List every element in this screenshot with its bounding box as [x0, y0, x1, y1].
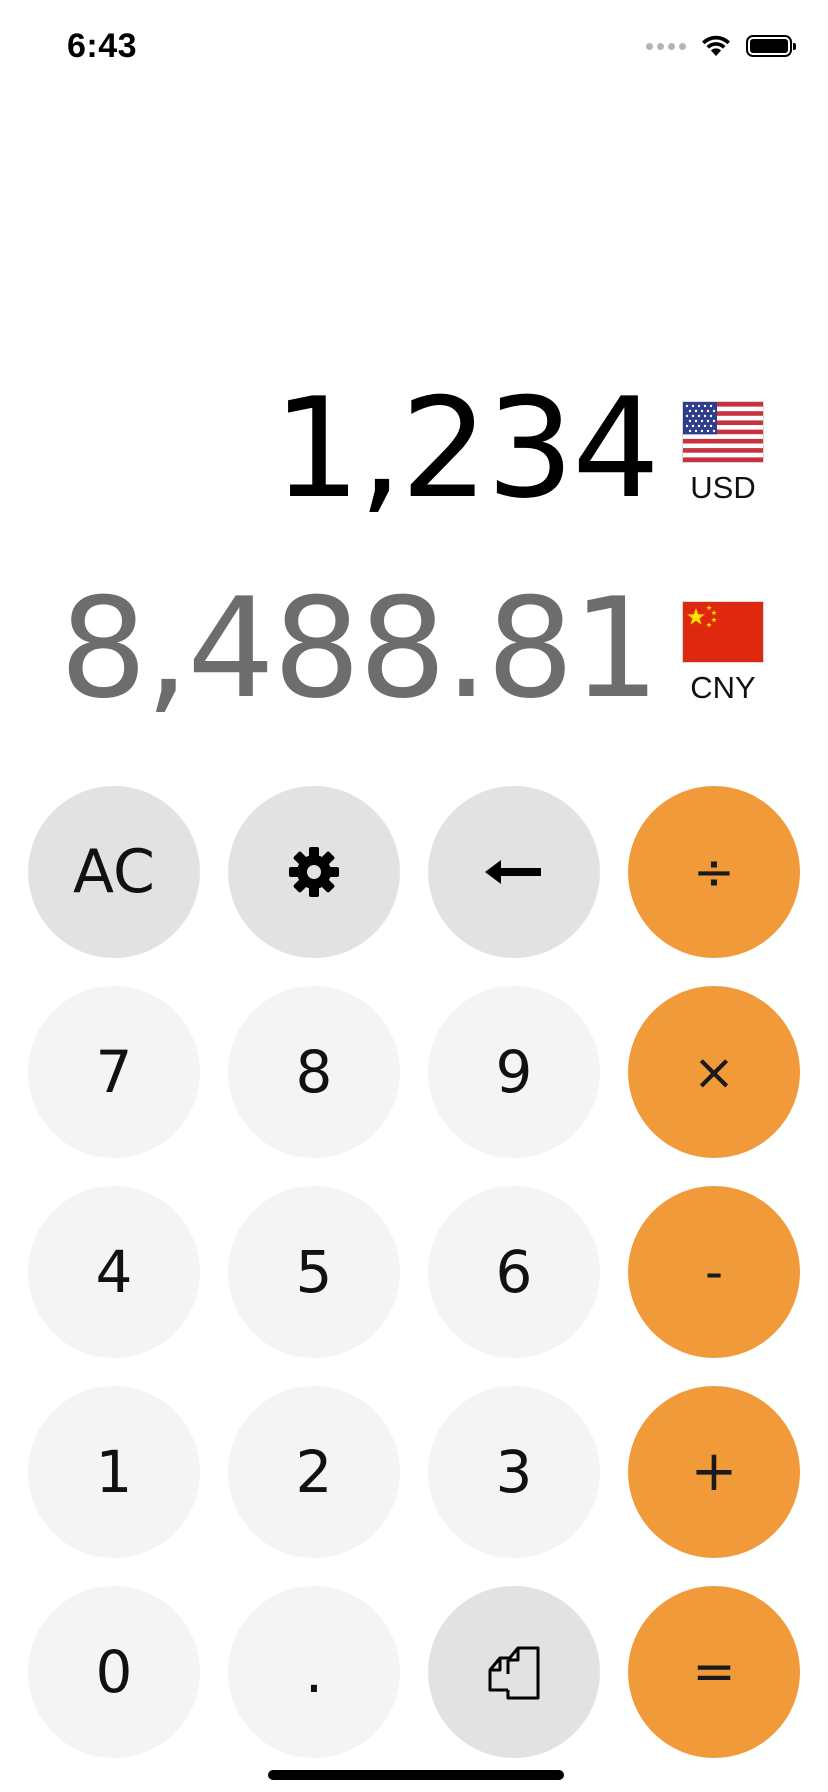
divide-label: ÷ — [693, 843, 735, 901]
digit-0-label: 0 — [95, 1638, 133, 1706]
digit-5-button[interactable]: 5 — [228, 1186, 400, 1358]
multiply-label: × — [693, 1043, 735, 1101]
equals-button[interactable]: = — [628, 1586, 800, 1758]
digit-8-label: 8 — [295, 1038, 333, 1106]
swap-copy-icon — [488, 1646, 540, 1700]
digit-7-label: 7 — [95, 1038, 133, 1106]
divide-button[interactable]: ÷ — [628, 786, 800, 958]
digit-4-button[interactable]: 4 — [28, 1186, 200, 1358]
subtract-button[interactable]: - — [628, 1186, 800, 1358]
digit-5-label: 5 — [295, 1238, 333, 1306]
calculator-screen: 6:43 1,234 USD 8,488.81 CNY AC ÷ 7 8 9 ×… — [0, 0, 828, 1792]
digit-2-label: 2 — [295, 1438, 333, 1506]
signal-icon — [646, 42, 686, 50]
swap-currencies-button[interactable] — [428, 1586, 600, 1758]
source-currency-code: USD — [690, 470, 756, 505]
us-flag-icon — [683, 402, 763, 462]
target-currency-selector[interactable]: CNY — [683, 602, 763, 706]
clear-label: AC — [73, 837, 155, 907]
target-currency-code: CNY — [690, 670, 756, 705]
target-amount: 8,488.81 — [59, 568, 660, 729]
digit-8-button[interactable]: 8 — [228, 986, 400, 1158]
digit-1-button[interactable]: 1 — [28, 1386, 200, 1558]
digit-9-button[interactable]: 9 — [428, 986, 600, 1158]
digit-3-label: 3 — [495, 1438, 533, 1506]
source-currency-selector[interactable]: USD — [683, 402, 763, 506]
digit-9-label: 9 — [495, 1038, 533, 1106]
digit-7-button[interactable]: 7 — [28, 986, 200, 1158]
source-amount: 1,234 — [272, 368, 660, 529]
multiply-button[interactable]: × — [628, 986, 800, 1158]
status-time: 6:43 — [67, 27, 138, 65]
add-label: + — [690, 1439, 738, 1504]
battery-icon — [746, 35, 796, 57]
status-icons — [646, 34, 796, 58]
backspace-button[interactable] — [428, 786, 600, 958]
digit-6-label: 6 — [495, 1238, 533, 1306]
digit-1-label: 1 — [95, 1438, 133, 1506]
clear-button[interactable]: AC — [28, 786, 200, 958]
home-indicator[interactable] — [268, 1770, 564, 1780]
decimal-button[interactable]: . — [228, 1586, 400, 1758]
digit-2-button[interactable]: 2 — [228, 1386, 400, 1558]
backspace-arrow-icon — [485, 860, 541, 884]
digit-6-button[interactable]: 6 — [428, 1186, 600, 1358]
decimal-label: . — [304, 1638, 324, 1706]
settings-button[interactable] — [228, 786, 400, 958]
digit-0-button[interactable]: 0 — [28, 1586, 200, 1758]
subtract-label: - — [704, 1243, 724, 1301]
digit-4-label: 4 — [95, 1238, 133, 1306]
gear-icon — [289, 847, 339, 897]
add-button[interactable]: + — [628, 1386, 800, 1558]
wifi-icon — [702, 35, 730, 56]
equals-label: = — [692, 1642, 736, 1702]
digit-3-button[interactable]: 3 — [428, 1386, 600, 1558]
cn-flag-icon — [683, 602, 763, 662]
